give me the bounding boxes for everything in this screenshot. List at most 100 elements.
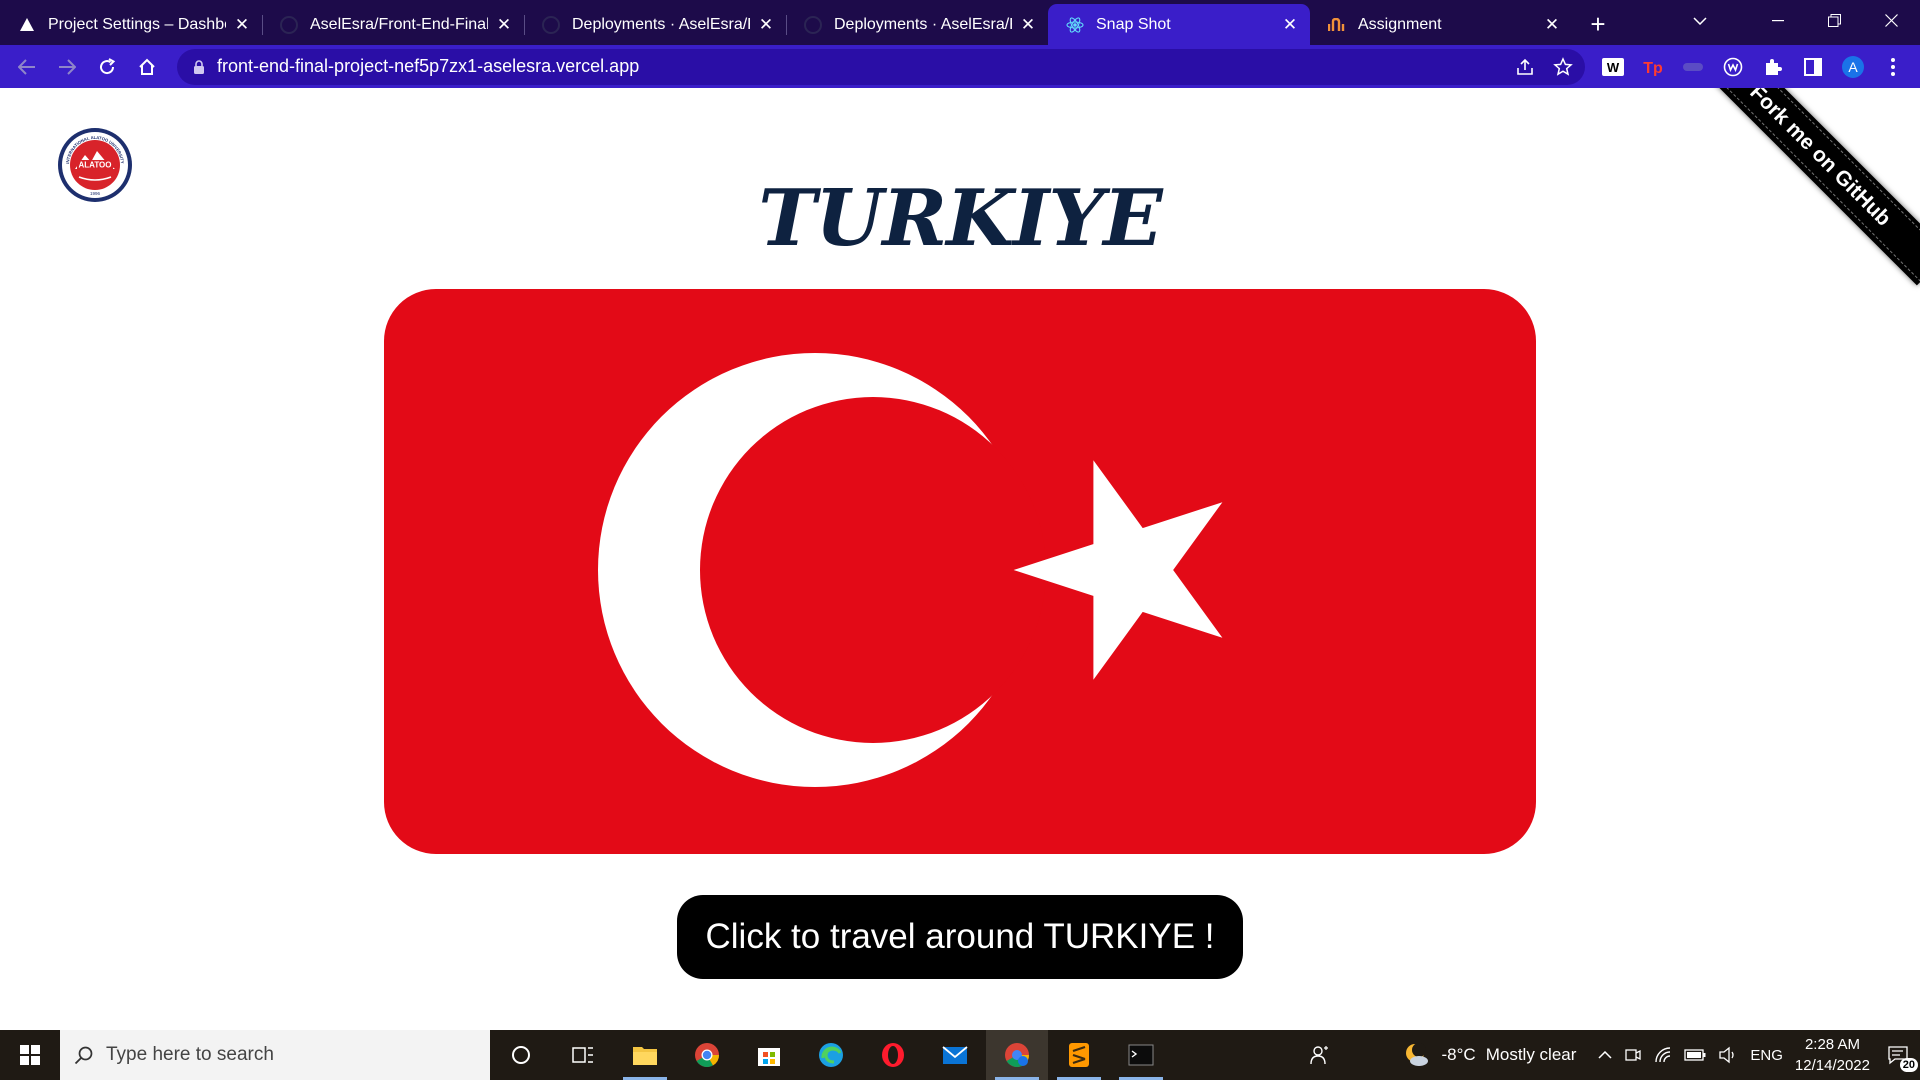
close-icon[interactable]: ✕ (494, 15, 514, 35)
weather-widget[interactable]: -8°C Mostly clear (1396, 1030, 1583, 1080)
cortana-icon (512, 1046, 530, 1064)
taskbar-terminal[interactable] (1110, 1030, 1172, 1080)
extension-w-button[interactable]: W (1593, 47, 1633, 87)
close-icon[interactable]: ✕ (1280, 15, 1300, 35)
tab-github-repo[interactable]: AselEsra/Front-End-Final-Project ✕ (262, 4, 524, 45)
meet-now-button[interactable] (1618, 1030, 1648, 1080)
clock-time: 2:28 AM (1804, 1036, 1860, 1053)
network-button[interactable] (1648, 1030, 1678, 1080)
assignment-icon (1328, 16, 1346, 34)
minimize-button[interactable] (1749, 0, 1806, 41)
edge-icon (819, 1043, 843, 1067)
puzzle-icon (1766, 58, 1782, 75)
taskbar-chrome-profile[interactable] (986, 1030, 1048, 1080)
github-icon (542, 15, 560, 34)
chevron-down-icon (1693, 16, 1707, 25)
restore-icon (1828, 14, 1841, 27)
close-icon[interactable]: ✕ (1542, 15, 1562, 35)
battery-button[interactable] (1678, 1030, 1712, 1080)
travel-cta-button[interactable]: Click to travel around TURKIYE ! (677, 895, 1243, 979)
tab-title: AselEsra/Front-End-Final-Project (310, 15, 488, 33)
star-icon[interactable] (1553, 56, 1573, 77)
w-extension-icon: W (1602, 57, 1624, 76)
taskbar-opera[interactable] (862, 1030, 924, 1080)
chrome-profile-icon (1005, 1043, 1029, 1068)
side-panel-icon (1804, 57, 1822, 76)
tab-snap-shot[interactable]: Snap Shot ✕ (1048, 4, 1310, 45)
task-view-button[interactable] (552, 1030, 614, 1080)
tab-search-button[interactable] (1680, 0, 1720, 41)
wifi-icon (1655, 1047, 1671, 1063)
notifications-button[interactable]: 20 (1876, 1030, 1920, 1080)
home-button[interactable] (127, 47, 167, 87)
forward-button[interactable] (47, 47, 87, 87)
browser-toolbar: front-end-final-project-nef5p7zx1-aseles… (0, 45, 1920, 88)
arrow-left-icon (18, 58, 35, 75)
show-hidden-icons-button[interactable] (1592, 1030, 1618, 1080)
folder-icon (633, 1047, 657, 1065)
tab-title: Assignment (1358, 15, 1442, 33)
close-icon[interactable]: ✕ (232, 15, 252, 35)
extension-tp-button[interactable]: Tp (1633, 47, 1673, 87)
lock-icon[interactable] (193, 59, 205, 74)
address-bar[interactable]: front-end-final-project-nef5p7zx1-aseles… (177, 48, 1585, 85)
taskbar-search-box[interactable]: Type here to search (60, 1030, 490, 1080)
task-view-icon (572, 1047, 593, 1063)
windows-logo-icon (20, 1045, 40, 1065)
url-text: front-end-final-project-nef5p7zx1-aseles… (217, 56, 640, 76)
taskbar-chrome[interactable] (676, 1030, 738, 1080)
system-tray: -8°C Mostly clear ENG 2:28 AM 12/14/2022… (1304, 1030, 1920, 1080)
extensions-button[interactable] (1753, 47, 1793, 87)
weather-temperature: -8°C (1441, 1045, 1476, 1064)
home-icon (139, 58, 155, 75)
moon-cloud-icon (1405, 1043, 1428, 1066)
tab-project-settings[interactable]: Project Settings – Dashboard ✕ (0, 4, 262, 45)
page-title: TURKIYE (758, 173, 1162, 264)
minimize-icon (1771, 19, 1784, 21)
notification-count-badge: 20 (1899, 1058, 1918, 1072)
new-tab-button[interactable]: + (1572, 4, 1624, 45)
search-placeholder: Type here to search (106, 1044, 274, 1065)
side-panel-button[interactable] (1793, 47, 1833, 87)
taskbar-edge[interactable] (800, 1030, 862, 1080)
arrow-right-icon (59, 58, 76, 75)
extension-link-button[interactable] (1673, 47, 1713, 87)
input-language-button[interactable]: ENG (1744, 1030, 1789, 1080)
share-icon[interactable] (1515, 57, 1535, 77)
tab-deployments-2[interactable]: Deployments · AselEsra/Front-End ✕ (786, 4, 1048, 45)
battery-icon (1684, 1049, 1706, 1061)
volume-button[interactable] (1712, 1030, 1744, 1080)
page-content: ALATOO 1996 INTERNATIONAL ALATOO UNIVERS… (0, 88, 1920, 1030)
taskbar-mail[interactable] (924, 1030, 986, 1080)
more-vert-icon (1891, 57, 1895, 76)
extension-wordtune-button[interactable] (1713, 47, 1753, 87)
close-window-button[interactable] (1863, 0, 1920, 41)
start-button[interactable] (0, 1030, 60, 1080)
tab-title: Deployments · AselEsra/Front-End (834, 15, 1012, 33)
windows-taskbar: Type here to search -8°C Mostly clear EN… (0, 1030, 1920, 1080)
avatar: A (1842, 55, 1864, 78)
link-extension-icon (1683, 62, 1703, 71)
back-button[interactable] (7, 47, 47, 87)
logo-center-text: ALATOO (78, 161, 111, 170)
clock-button[interactable]: 2:28 AM 12/14/2022 (1789, 1030, 1876, 1080)
turkey-flag-image[interactable] (384, 289, 1536, 854)
profile-button[interactable]: A (1833, 47, 1873, 87)
weather-condition: Mostly clear (1485, 1045, 1577, 1064)
mail-icon (942, 1046, 968, 1064)
tab-title: Deployments · AselEsra/Front-End (572, 15, 750, 33)
tab-deployments-1[interactable]: Deployments · AselEsra/Front-End ✕ (524, 4, 786, 45)
chevron-up-icon (1598, 1051, 1612, 1059)
taskbar-sublime-text[interactable] (1048, 1030, 1110, 1080)
restore-button[interactable] (1806, 0, 1863, 41)
sublime-text-icon (1069, 1043, 1089, 1067)
browser-menu-button[interactable] (1873, 47, 1913, 87)
taskbar-microsoft-store[interactable] (738, 1030, 800, 1080)
tab-assignment[interactable]: Assignment ✕ (1310, 4, 1572, 45)
reload-button[interactable] (87, 47, 127, 87)
close-icon[interactable]: ✕ (756, 15, 776, 35)
close-icon[interactable]: ✕ (1018, 15, 1038, 35)
taskbar-file-explorer[interactable] (614, 1030, 676, 1080)
cortana-button[interactable] (490, 1030, 552, 1080)
people-button[interactable] (1304, 1030, 1336, 1080)
